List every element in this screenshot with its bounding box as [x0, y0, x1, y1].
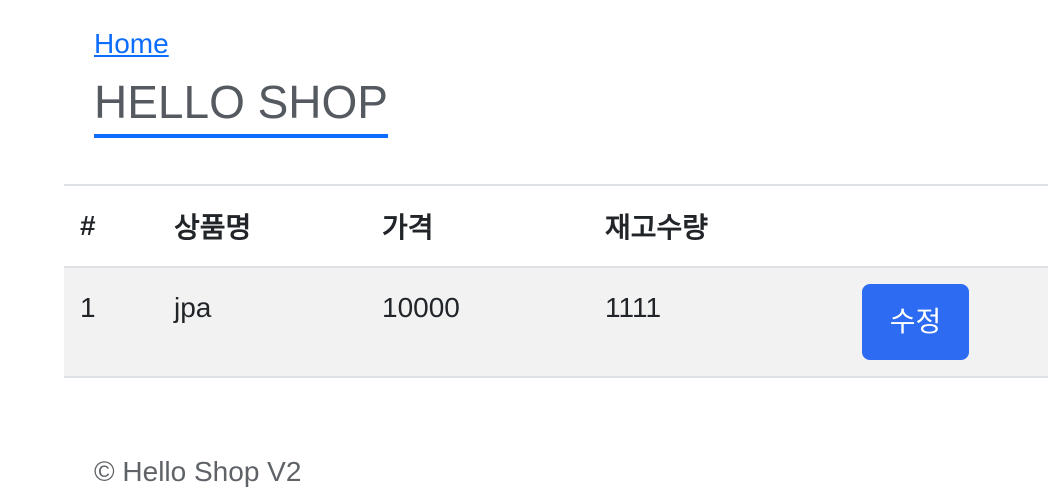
page-header: Home HELLO SHOP — [94, 24, 388, 138]
cell-product-name: jpa — [174, 292, 212, 323]
column-header-stock-quantity: 재고수량 — [605, 212, 709, 243]
home-link[interactable]: Home — [94, 24, 388, 64]
table-row: 1 jpa 10000 1111 수정 — [64, 267, 1048, 377]
column-header-product-name: 상품명 — [174, 212, 252, 243]
table-header-row: # 상품명 가격 재고수량 — [64, 185, 1048, 267]
table-header: # 상품명 가격 재고수량 — [64, 185, 1048, 267]
cell-price: 10000 — [382, 292, 460, 323]
column-header-price: 가격 — [382, 212, 434, 243]
column-header-number: # — [80, 210, 96, 241]
cell-number: 1 — [80, 292, 96, 323]
brand-title-link[interactable]: HELLO SHOP — [94, 70, 388, 138]
edit-button[interactable]: 수정 — [862, 284, 969, 360]
items-table: # 상품명 가격 재고수량 1 jpa 10000 1111 수정 — [64, 184, 1048, 378]
items-table-container: # 상품명 가격 재고수량 1 jpa 10000 1111 수정 — [64, 184, 1048, 378]
column-header-actions — [846, 185, 1048, 267]
cell-stock-quantity: 1111 — [605, 292, 662, 323]
table-body: 1 jpa 10000 1111 수정 — [64, 267, 1048, 377]
footer-copyright: © Hello Shop V2 — [94, 456, 302, 487]
cell-actions: 수정 — [846, 267, 1048, 377]
